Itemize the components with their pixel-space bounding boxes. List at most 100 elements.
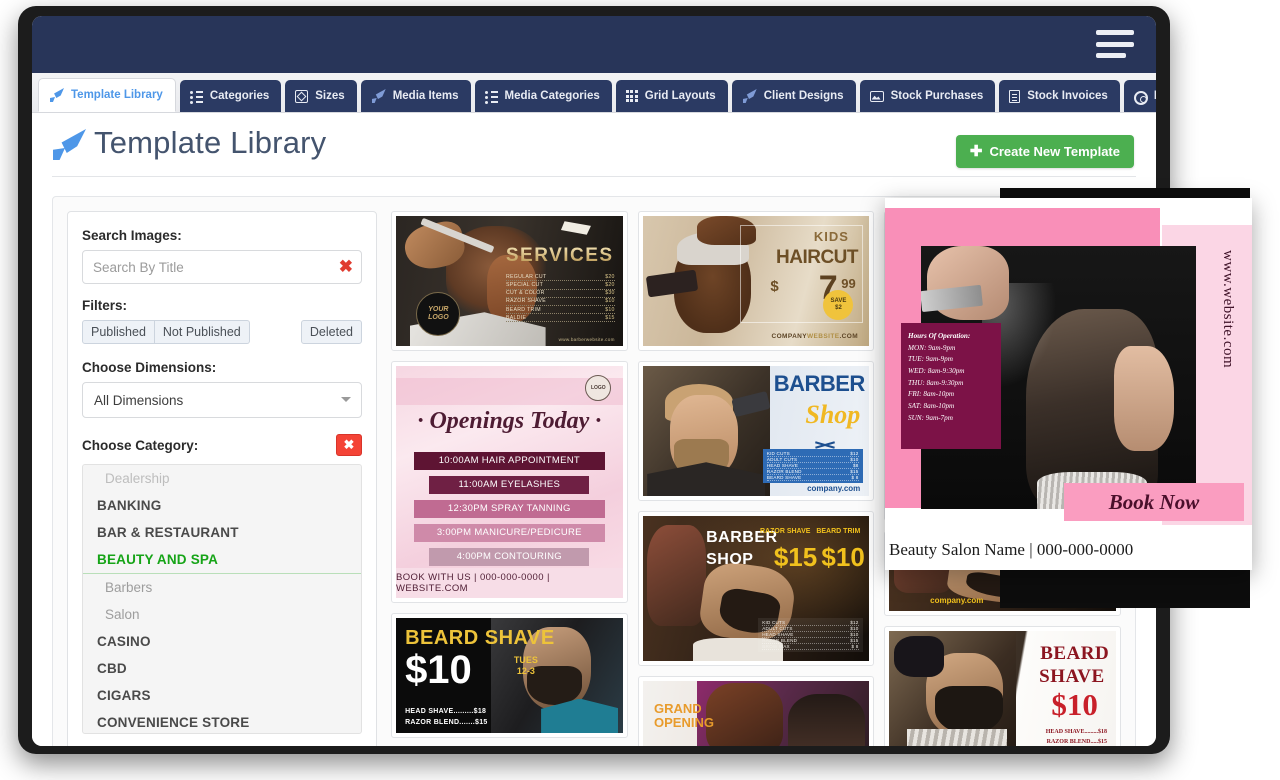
tab-label: Sizes xyxy=(315,90,345,102)
filter-published-button[interactable]: Published xyxy=(82,320,155,344)
search-field-wrap: ✖ xyxy=(82,250,362,284)
screenshot-root: Template Library Categories Sizes Media … xyxy=(0,0,1280,780)
tab-label: Categories xyxy=(209,90,270,102)
opening-row: 11:00AM EYELASHES xyxy=(429,475,590,494)
price-row: REGULAR CUT $20 xyxy=(505,273,615,282)
opening-row: 10:00AM HAIR APPOINTMENT xyxy=(414,451,605,470)
template-card-beard-shave-red[interactable]: BEARD SHAVE $10 HEAD SHAVE.........$18 R… xyxy=(884,626,1121,746)
price-row: RAZOR SHAVE $10 xyxy=(505,298,615,306)
template-card-openings-today[interactable]: LOGO · Openings Today · 10:00AM HAIR APP… xyxy=(391,361,628,603)
tab-label: Grid Layouts xyxy=(644,90,716,102)
book-now-label: Book Now xyxy=(1108,489,1200,514)
tab-stock-invoices[interactable]: Stock Invoices xyxy=(999,80,1120,112)
create-new-template-button[interactable]: ✚ Create New Template xyxy=(955,135,1134,168)
brush-icon xyxy=(742,89,757,103)
category-item[interactable]: BAR & RESTAURANT xyxy=(83,519,361,546)
beard-shave-price: $10 xyxy=(1051,686,1098,722)
category-item[interactable]: Salon xyxy=(83,601,361,628)
header-divider xyxy=(52,176,1136,177)
tab-media-items[interactable]: Media Items xyxy=(360,80,471,112)
clear-category-button[interactable]: ✖ xyxy=(336,434,362,456)
tab-stock-purchases[interactable]: Stock Purchases xyxy=(859,80,996,112)
template-thumbnail: KIDS HAIRCUT $ 7 99 SAVE $2 COMPANYWEBSI… xyxy=(642,216,870,346)
tab-categories[interactable]: Categories xyxy=(179,80,282,112)
template-card-grand-opening[interactable]: GRAND OPENING xyxy=(637,676,875,746)
category-item[interactable]: Barbers xyxy=(83,574,361,601)
tab-grid-layouts[interactable]: Grid Layouts xyxy=(615,80,728,112)
dimensions-select[interactable]: All Dimensions xyxy=(82,382,362,418)
tab-media-categories[interactable]: Media Categories xyxy=(474,80,612,112)
template-card-barbershop-dark[interactable]: BARBER SHOP RAZOR SHAVE $15 BEARD TRIM $… xyxy=(637,511,875,666)
preview-footer-text: Beauty Salon Name | 000-000-0000 xyxy=(889,540,1134,559)
tab-client-designs[interactable]: Client Designs xyxy=(731,80,856,112)
barbershop-subtitle: SHOP xyxy=(706,550,754,568)
price-row: CUT & COLOR $30 xyxy=(505,290,615,298)
filters-label: Filters: xyxy=(82,298,128,313)
barbershop-subtitle: Shop xyxy=(805,399,861,429)
search-input[interactable] xyxy=(82,250,362,284)
template-thumbnail: LOGO · Openings Today · 10:00AM HAIR APP… xyxy=(396,366,623,598)
template-card-services[interactable]: YOUR LOGO SERVICES REGULAR CUT $20 SPECIA… xyxy=(391,211,628,351)
template-thumbnail: GRAND OPENING xyxy=(642,681,870,746)
brush-icon xyxy=(49,88,64,102)
hours-row: FRI: 8am-10pm xyxy=(908,390,955,399)
beard-shave-title: BEARD xyxy=(1040,643,1110,664)
tab-label: Stock Invoices xyxy=(1027,90,1108,102)
template-thumbnail: BARBER Shop KID CUTS $12 ADULT CUTS $10 HE… xyxy=(642,366,870,496)
barbershop-price-list: KID CUTS $12 ADULT CUTS $10 HEAD SHAVE $8 R… xyxy=(762,449,863,484)
template-thumbnail: BEARD SHAVE $10 HEAD SHAVE.........$18 R… xyxy=(889,631,1117,746)
kids-title: HAIRCUT xyxy=(776,247,859,269)
category-item[interactable]: CASINO xyxy=(83,628,361,655)
choose-dimensions-label: Choose Dimensions: xyxy=(82,360,217,375)
grid-column-1: YOUR LOGO SERVICES REGULAR CUT $20 SPECIA… xyxy=(391,211,628,746)
kids-kicker: KIDS xyxy=(813,229,849,244)
template-card-barbershop-blue[interactable]: BARBER Shop KID CUTS $12 ADULT CUTS $10 HE… xyxy=(637,361,875,501)
opening-row: 3:00PM MANICURE/PEDICURE xyxy=(414,523,605,542)
beard-shave-price: $10 xyxy=(405,648,472,693)
tab-sizes[interactable]: Sizes xyxy=(285,80,357,112)
template-card-beard-shave-yellow[interactable]: BEARD SHAVE $10 TUES 12-3 HEAD SHAVE....… xyxy=(391,613,628,738)
barbershop-website: company.com xyxy=(807,484,861,494)
tab-deposit-photos-settings[interactable]: Deposit Photos Settings xyxy=(1123,80,1156,112)
tab-template-library[interactable]: Template Library xyxy=(38,78,176,112)
category-item[interactable]: CIGARS xyxy=(83,682,361,709)
template-thumbnail: BARBER SHOP RAZOR SHAVE $15 BEARD TRIM $… xyxy=(642,516,870,661)
opening-row: 4:00PM CONTOURING xyxy=(429,547,590,566)
category-item[interactable]: Dealership xyxy=(83,465,361,492)
template-preview-overlay[interactable]: Hours Of Operation: MON: 9am-9pm TUE: 9a… xyxy=(885,198,1252,570)
category-item[interactable]: CBD xyxy=(83,655,361,682)
category-header: Choose Category: ✖ xyxy=(82,434,362,456)
price-row: SPECIAL CUT $20 xyxy=(505,281,615,290)
brush-icon xyxy=(371,89,386,103)
hours-row: SUN: 9am-7pm xyxy=(908,413,953,422)
openings-footer: BOOK WITH US | 000-000-0000 | WEBSITE.CO… xyxy=(396,567,623,598)
grid-column-2: KIDS HAIRCUT $ 7 99 SAVE $2 COMPANYWEBSI… xyxy=(637,211,875,746)
page-header: Template Library ✚ Create New Template xyxy=(32,113,1156,179)
category-list[interactable]: Dealership BANKING BAR & RESTAURANT BEAU… xyxy=(82,464,362,734)
hours-of-operation-box: Hours Of Operation: MON: 9am-9pm TUE: 9a… xyxy=(901,323,1001,449)
template-thumbnail: YOUR LOGO SERVICES REGULAR CUT $20 SPECIA… xyxy=(396,216,623,346)
opening-row: 12:30PM SPRAY TANNING xyxy=(414,499,605,518)
search-images-label: Search Images: xyxy=(82,228,182,243)
dimensions-select-wrap: All Dimensions xyxy=(82,382,362,418)
category-item[interactable]: CONVENIENCE STORE xyxy=(83,709,361,733)
hamburger-menu-icon[interactable] xyxy=(1096,30,1134,58)
category-item-selected[interactable]: BEAUTY AND SPA xyxy=(83,546,361,574)
comb-graphic xyxy=(560,221,591,235)
category-item[interactable]: BANKING xyxy=(83,492,361,519)
hours-row: THU: 8am-9:30pm xyxy=(908,378,964,387)
hours-row: MON: 9am-9pm xyxy=(908,343,956,352)
logo-badge: YOUR LOGO xyxy=(416,291,461,336)
price-row: BEARD TRIM $10 xyxy=(505,306,615,315)
filter-not-published-button[interactable]: Not Published xyxy=(154,320,250,344)
clear-search-icon[interactable]: ✖ xyxy=(339,258,353,275)
beard-shave-day: TUES 12-3 xyxy=(513,654,538,676)
filter-deleted-button[interactable]: Deleted xyxy=(300,320,362,344)
template-card-kids-haircut[interactable]: KIDS HAIRCUT $ 7 99 SAVE $2 COMPANYWEBSI… xyxy=(637,211,875,351)
book-now-button[interactable]: Book Now xyxy=(1064,483,1244,521)
top-navbar xyxy=(32,16,1156,73)
preview-website-url: www.website.com xyxy=(1220,250,1236,369)
tab-bar: Template Library Categories Sizes Media … xyxy=(32,73,1156,113)
list-icon xyxy=(189,90,203,104)
list-icon xyxy=(484,90,498,104)
